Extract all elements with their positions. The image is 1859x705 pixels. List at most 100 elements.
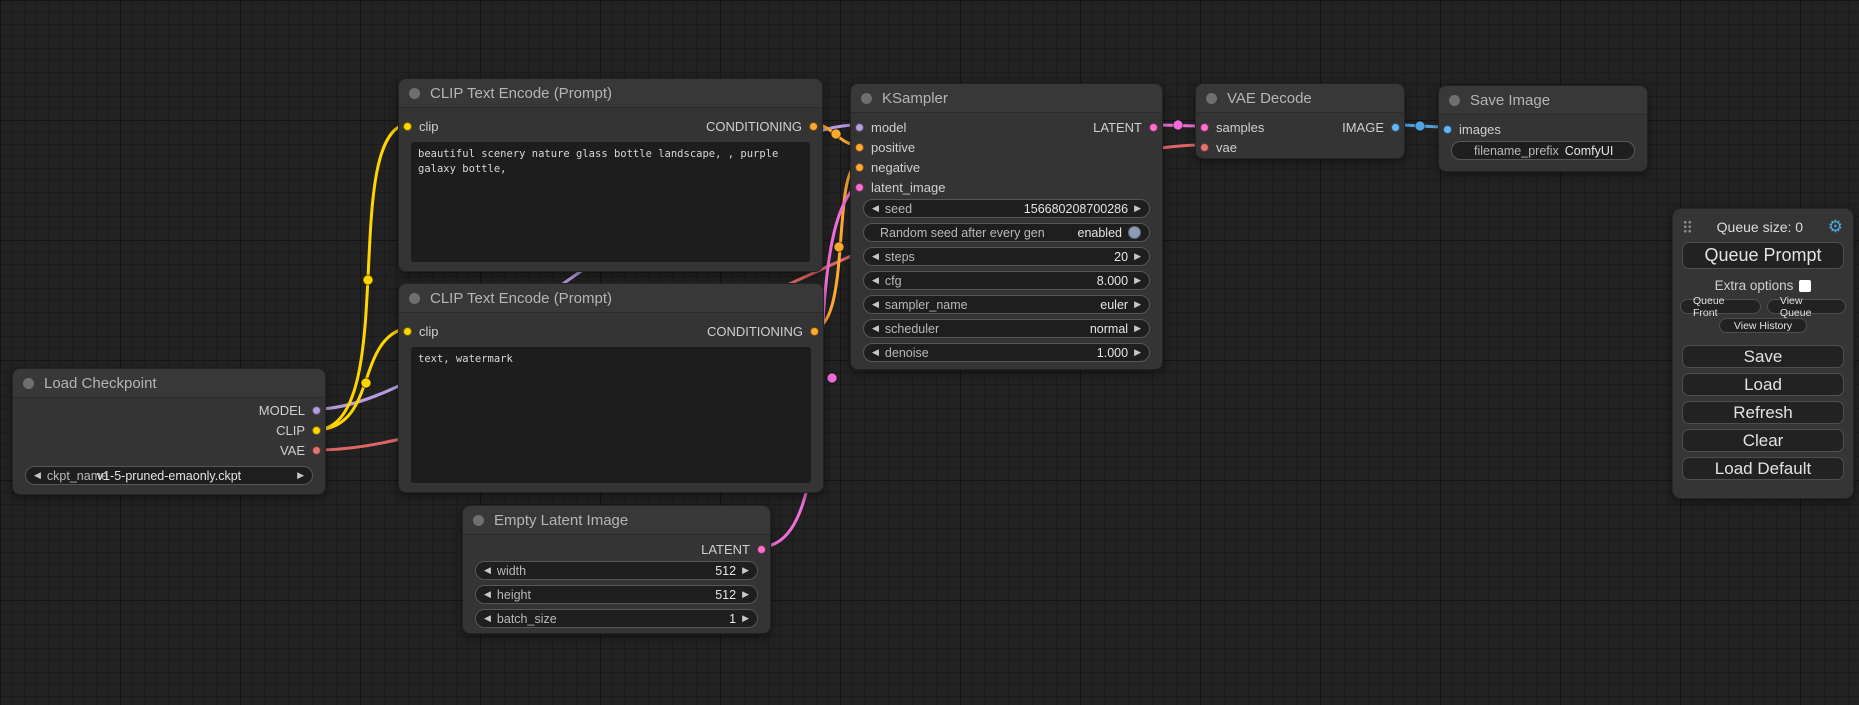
increment-arrow-icon[interactable]: ▶ — [1134, 276, 1141, 285]
images-input-port[interactable] — [1443, 125, 1452, 134]
conditioning-output-port[interactable] — [809, 122, 818, 131]
seed-widget[interactable]: ◀ seed 156680208700286 ▶ — [863, 199, 1150, 218]
latent-output-port[interactable] — [757, 545, 766, 554]
gear-icon[interactable]: ⚙ — [1828, 218, 1843, 235]
link-midpoint-dot — [834, 242, 844, 252]
extra-options-checkbox[interactable] — [1799, 280, 1811, 292]
port-label: images — [1459, 122, 1501, 137]
toggle-knob[interactable] — [1128, 226, 1141, 239]
node-status-dot — [1206, 93, 1217, 104]
increment-arrow-icon[interactable]: ▶ — [1134, 252, 1141, 261]
node-titlebar[interactable]: Save Image — [1439, 86, 1647, 115]
node-status-dot — [23, 378, 34, 389]
node-titlebar[interactable]: Load Checkpoint — [13, 369, 325, 398]
clear-button[interactable]: Clear — [1682, 429, 1844, 452]
node-title: Save Image — [1470, 92, 1550, 109]
scheduler-widget[interactable]: ◀ scheduler normal ▶ — [863, 319, 1150, 338]
queue-front-button[interactable]: Queue Front — [1680, 299, 1761, 314]
load-default-button[interactable]: Load Default — [1682, 457, 1844, 480]
steps-widget[interactable]: ◀ steps 20 ▶ — [863, 247, 1150, 266]
width-widget[interactable]: ◀ width 512 ▶ — [475, 561, 758, 580]
node-empty-latent-image[interactable]: Empty Latent Image LATENT ◀ width 512 ▶ … — [462, 505, 771, 634]
node-vae-decode[interactable]: VAE Decode samples IMAGE vae — [1195, 83, 1405, 159]
latent-output-port[interactable] — [1149, 123, 1158, 132]
cfg-widget[interactable]: ◀ cfg 8.000 ▶ — [863, 271, 1150, 290]
negative-input-port[interactable] — [855, 163, 864, 172]
save-button[interactable]: Save — [1682, 345, 1844, 368]
node-status-dot — [861, 93, 872, 104]
node-load-checkpoint[interactable]: Load Checkpoint MODEL CLIP VAE ◀ ckpt_na… — [12, 368, 326, 495]
increment-arrow-icon[interactable]: ▶ — [742, 566, 749, 575]
node-clip-text-encode-positive[interactable]: CLIP Text Encode (Prompt) clip CONDITION… — [398, 78, 823, 272]
view-history-button[interactable]: View History — [1719, 318, 1807, 333]
denoise-widget[interactable]: ◀ denoise 1.000 ▶ — [863, 343, 1150, 362]
node-graph-canvas[interactable]: Load Checkpoint MODEL CLIP VAE ◀ ckpt_na… — [0, 0, 1859, 705]
decrement-arrow-icon[interactable]: ◀ — [484, 614, 491, 623]
extra-options-label: Extra options — [1715, 278, 1794, 293]
port-label: samples — [1216, 120, 1264, 135]
node-title: Load Checkpoint — [44, 375, 157, 392]
height-widget[interactable]: ◀ height 512 ▶ — [475, 585, 758, 604]
node-title: Empty Latent Image — [494, 512, 628, 529]
image-output-port[interactable] — [1391, 123, 1400, 132]
conditioning-output-port[interactable] — [810, 327, 819, 336]
decrement-arrow-icon[interactable]: ◀ — [872, 348, 879, 357]
increment-arrow-icon[interactable]: ▶ — [742, 614, 749, 623]
queue-prompt-button[interactable]: Queue Prompt — [1682, 242, 1844, 269]
port-label: MODEL — [259, 403, 305, 418]
decrement-arrow-icon[interactable]: ◀ — [872, 300, 879, 309]
decrement-arrow-icon[interactable]: ◀ — [872, 276, 879, 285]
node-titlebar[interactable]: CLIP Text Encode (Prompt) — [399, 284, 823, 313]
vae-output-port[interactable] — [312, 446, 321, 455]
drag-handle-icon[interactable] — [1683, 220, 1692, 233]
link-midpoint-dot — [831, 129, 841, 139]
decrement-arrow-icon[interactable]: ◀ — [872, 324, 879, 333]
clip-output-port[interactable] — [312, 426, 321, 435]
link-midpoint-dot — [361, 378, 371, 388]
queue-panel[interactable]: Queue size: 0 ⚙ Queue Prompt Extra optio… — [1672, 208, 1854, 499]
link-clip-to-positive-prompt — [317, 124, 406, 430]
node-titlebar[interactable]: VAE Decode — [1196, 84, 1404, 113]
ckpt-name-widget[interactable]: ◀ ckpt_name v1-5-pruned-emaonly.ckpt ▶ — [25, 466, 313, 485]
port-label: vae — [1216, 140, 1237, 155]
load-button[interactable]: Load — [1682, 373, 1844, 396]
samples-input-port[interactable] — [1200, 123, 1209, 132]
increment-arrow-icon[interactable]: ▶ — [742, 590, 749, 599]
node-status-dot — [1449, 95, 1460, 106]
port-label: positive — [871, 140, 915, 155]
decrement-arrow-icon[interactable]: ◀ — [484, 590, 491, 599]
clip-input-port[interactable] — [403, 327, 412, 336]
sampler-name-widget[interactable]: ◀ sampler_name euler ▶ — [863, 295, 1150, 314]
node-titlebar[interactable]: Empty Latent Image — [463, 506, 770, 535]
node-ksampler[interactable]: KSampler model LATENT positive negative … — [850, 83, 1163, 370]
port-label: IMAGE — [1342, 120, 1384, 135]
port-label: VAE — [280, 443, 305, 458]
negative-prompt-textarea[interactable]: text, watermark — [411, 347, 811, 483]
decrement-arrow-icon[interactable]: ◀ — [484, 566, 491, 575]
queue-size-label: Queue size: 0 — [1717, 219, 1803, 235]
node-titlebar[interactable]: CLIP Text Encode (Prompt) — [399, 79, 822, 108]
view-queue-button[interactable]: View Queue — [1767, 299, 1846, 314]
clip-input-port[interactable] — [403, 122, 412, 131]
node-save-image[interactable]: Save Image images filename_prefix ComfyU… — [1438, 85, 1648, 172]
increment-arrow-icon[interactable]: ▶ — [1134, 300, 1141, 309]
filename-prefix-widget[interactable]: filename_prefix ComfyUI — [1451, 141, 1635, 160]
latent-image-input-port[interactable] — [855, 183, 864, 192]
node-title: CLIP Text Encode (Prompt) — [430, 85, 612, 102]
increment-arrow-icon[interactable]: ▶ — [1134, 348, 1141, 357]
refresh-button[interactable]: Refresh — [1682, 401, 1844, 424]
decrement-arrow-icon[interactable]: ◀ — [872, 204, 879, 213]
vae-input-port[interactable] — [1200, 143, 1209, 152]
decrement-arrow-icon[interactable]: ◀ — [872, 252, 879, 261]
random-seed-toggle-widget[interactable]: Random seed after every gen enabled — [863, 223, 1150, 242]
model-input-port[interactable] — [855, 123, 864, 132]
batch-size-widget[interactable]: ◀ batch_size 1 ▶ — [475, 609, 758, 628]
node-titlebar[interactable]: KSampler — [851, 84, 1162, 113]
positive-input-port[interactable] — [855, 143, 864, 152]
increment-arrow-icon[interactable]: ▶ — [1134, 324, 1141, 333]
increment-arrow-icon[interactable]: ▶ — [1134, 204, 1141, 213]
model-output-port[interactable] — [312, 406, 321, 415]
port-label: LATENT — [1093, 120, 1142, 135]
node-clip-text-encode-negative[interactable]: CLIP Text Encode (Prompt) clip CONDITION… — [398, 283, 824, 493]
positive-prompt-textarea[interactable]: beautiful scenery nature glass bottle la… — [411, 142, 810, 262]
